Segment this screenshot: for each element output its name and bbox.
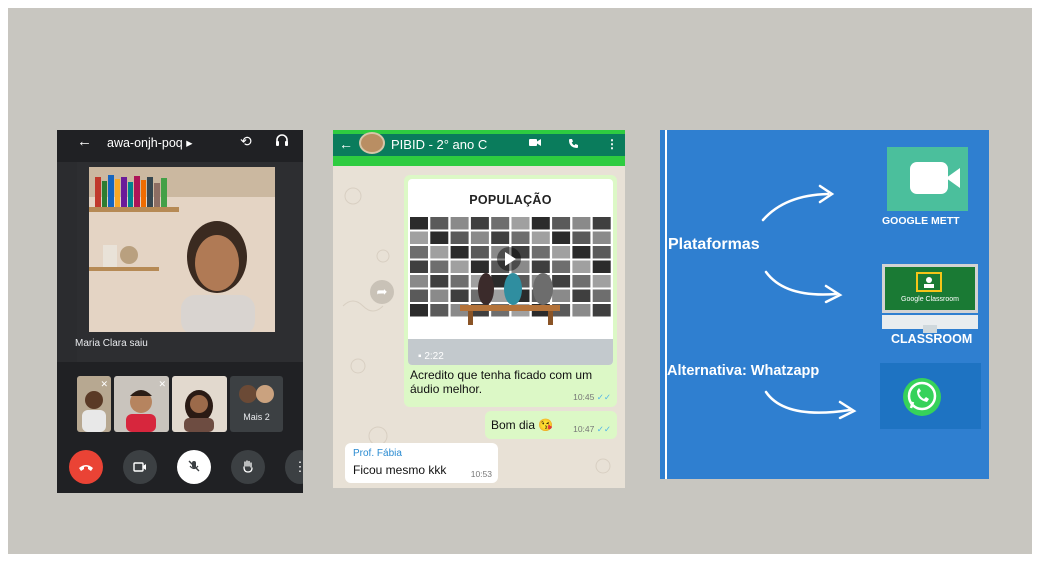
mic-off-icon: ✕	[158, 379, 166, 389]
meet-camera-body	[910, 162, 948, 194]
mic-toggle-button[interactable]	[177, 450, 211, 484]
google-meet-label: GOOGLE METT	[882, 215, 960, 227]
call-controls: ⋮	[67, 450, 303, 484]
arrow-to-meet-icon	[761, 192, 830, 222]
participant-tile[interactable]: ✕	[114, 376, 169, 432]
mic-off-icon: ✕	[100, 379, 108, 389]
raise-hand-button[interactable]	[231, 450, 265, 484]
outgoing-message[interactable]: Bom dia 😘 10:47 ✓✓	[485, 411, 617, 439]
camera-button[interactable]	[123, 450, 157, 484]
chat-title[interactable]: PIBID - 2° ano C	[391, 137, 487, 152]
whatsapp-icon	[903, 378, 941, 416]
message-time: 10:45 ✓✓	[573, 392, 611, 402]
camera-icon	[133, 460, 147, 475]
incoming-message[interactable]: Prof. Fábia Ficou mesmo kkk 10:53	[345, 443, 498, 483]
media-message[interactable]: POPULAÇÃO ▪ 2:22 Acredito que tenha fica…	[404, 175, 617, 407]
classroom-screen-label: Google Classroom	[901, 296, 959, 303]
arrow-to-classroom-icon	[764, 270, 838, 296]
switch-camera-icon[interactable]: ⟲	[240, 133, 252, 150]
accent-bar	[333, 156, 625, 166]
read-receipt-icon: ✓✓	[596, 424, 611, 434]
voice-call-icon[interactable]	[568, 138, 579, 152]
side-strip	[57, 162, 77, 362]
participant-tile[interactable]: ✕	[77, 376, 111, 432]
mic-off-icon	[187, 459, 201, 476]
meeting-code[interactable]: awa-onjh-poq ▸	[107, 135, 193, 150]
more-participants-label: Mais 2	[243, 412, 270, 422]
back-arrow-icon[interactable]: ←	[77, 133, 92, 150]
headphones-icon[interactable]	[275, 133, 289, 150]
more-vert-icon: ⋮	[293, 459, 304, 474]
more-options-button[interactable]: ⋮	[285, 450, 303, 484]
message-text: Bom dia 😘	[491, 418, 554, 432]
video-camera-icon: ▪	[418, 351, 422, 362]
message-text: Ficou mesmo kkk	[353, 463, 447, 477]
group-avatar[interactable]	[359, 132, 385, 154]
hand-icon	[241, 459, 255, 476]
video-duration: ▪ 2:22	[418, 351, 444, 362]
google-classroom-icon: Google Classroom	[882, 264, 978, 313]
end-call-button[interactable]	[69, 450, 103, 484]
participant-tile[interactable]	[172, 376, 227, 432]
classroom-label: CLASSROOM	[891, 332, 973, 346]
chat-header: ← PIBID - 2° ano C ⋮	[333, 132, 625, 156]
forward-icon: ➦	[376, 284, 388, 299]
left-caption: Maria Clara saiu	[75, 338, 148, 349]
arrow-to-whatsapp-icon	[764, 390, 852, 414]
back-arrow-icon[interactable]: ←	[339, 136, 353, 152]
video-thumbnail[interactable]: POPULAÇÃO ▪ 2:22	[408, 179, 613, 365]
population-photo-wall	[408, 217, 613, 365]
meet-camera-lens	[946, 168, 960, 188]
video-call-icon[interactable]	[529, 138, 541, 150]
google-meet-screenshot: ← awa-onjh-poq ▸ ⟲ Maria Clara saiu ✕ ✕ …	[57, 130, 303, 493]
participant-video	[89, 167, 275, 332]
kiss-emoji-icon: 😘	[538, 418, 554, 432]
message-time: 10:47 ✓✓	[573, 424, 611, 434]
meet-header: ← awa-onjh-poq ▸ ⟲	[57, 130, 303, 154]
end-call-icon	[78, 460, 94, 475]
message-time: 10:53	[470, 469, 492, 479]
more-participants-tile[interactable]: Mais 2	[230, 376, 283, 432]
sender-name: Prof. Fábia	[353, 448, 402, 459]
platforms-panel: Plataformas Alternativa: Whatzapp GOOGLE…	[660, 130, 989, 479]
whatsapp-screenshot: ← PIBID - 2° ano C ⋮ ➦ POPULAÇÃO ▪ 2:22 …	[333, 130, 625, 488]
more-vert-icon[interactable]: ⋮	[606, 137, 618, 151]
read-receipt-icon: ✓✓	[596, 392, 611, 402]
participant-tiles: ✕ ✕ Mais 2	[77, 376, 283, 432]
forward-button[interactable]: ➦	[370, 280, 394, 304]
